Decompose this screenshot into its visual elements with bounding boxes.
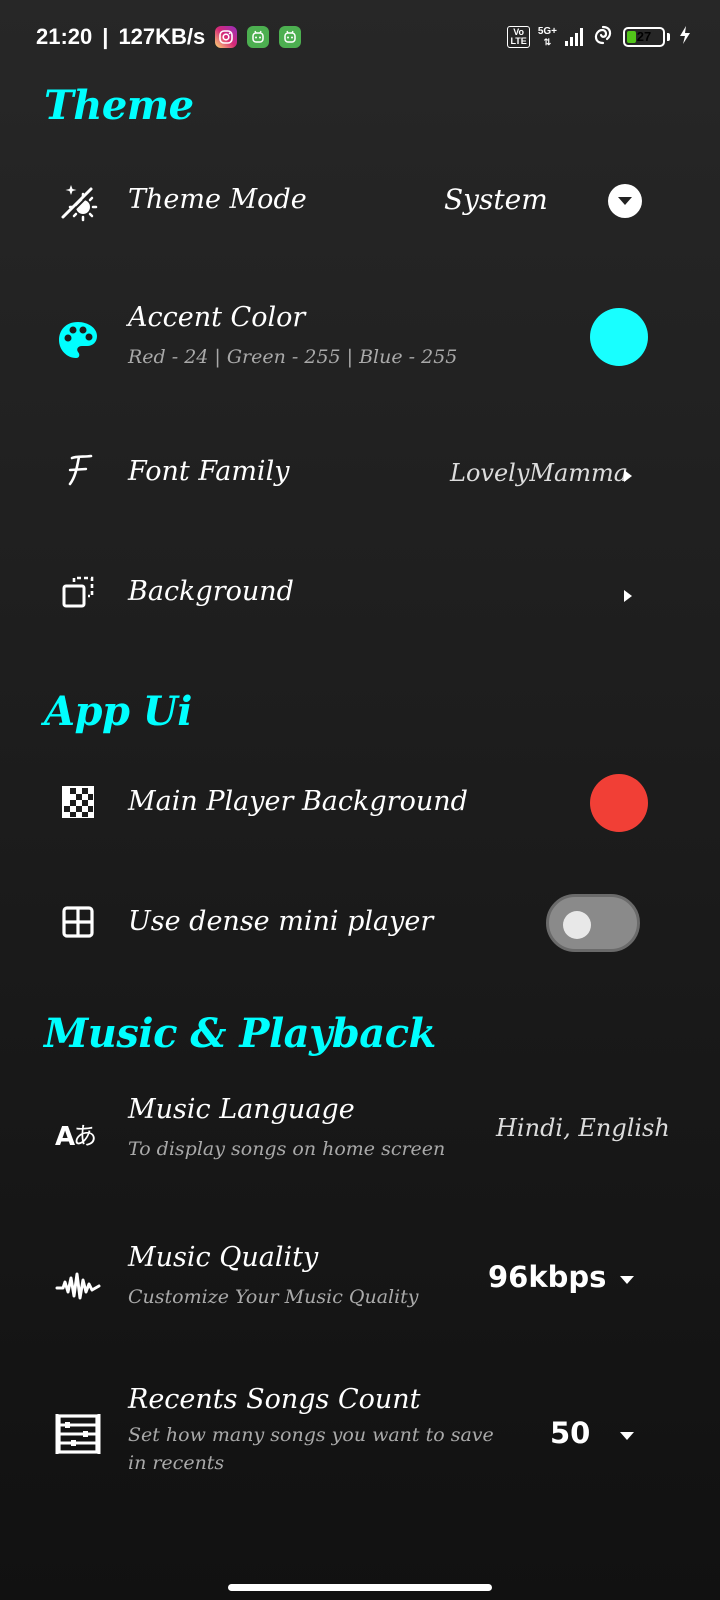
checkerboard-icon bbox=[54, 778, 102, 826]
chevron-right-icon[interactable] bbox=[624, 470, 632, 482]
dense-mini-player-toggle[interactable] bbox=[546, 894, 640, 952]
main-player-background-swatch[interactable] bbox=[590, 774, 648, 832]
charging-icon bbox=[678, 25, 692, 50]
accent-color-swatch[interactable] bbox=[590, 308, 648, 366]
background-icon bbox=[54, 568, 102, 616]
main-player-background-label: Main Player Background bbox=[128, 786, 468, 817]
accent-color-row[interactable]: Accent Color Red - 24 | Green - 255 | Bl… bbox=[0, 282, 720, 392]
dropdown-arrow-icon[interactable] bbox=[620, 1276, 634, 1284]
music-language-row[interactable]: A あ Music Language To display songs on h… bbox=[0, 1080, 720, 1200]
home-indicator[interactable] bbox=[228, 1584, 492, 1591]
theme-mode-value[interactable]: System bbox=[444, 183, 548, 216]
theme-mode-row[interactable]: Theme Mode System bbox=[0, 160, 720, 250]
language-icon: A あ bbox=[54, 1110, 102, 1158]
instagram-icon bbox=[215, 26, 238, 48]
accent-color-subtitle: Red - 24 | Green - 255 | Blue - 255 bbox=[128, 346, 458, 368]
abacus-icon bbox=[54, 1410, 102, 1458]
music-quality-label: Music Quality bbox=[128, 1242, 319, 1273]
dense-mini-player-row[interactable]: Use dense mini player bbox=[0, 880, 720, 970]
font-family-value: LovelyMamma bbox=[450, 459, 629, 487]
dropdown-circle-icon[interactable] bbox=[606, 182, 644, 224]
music-quality-row[interactable]: Music Quality Customize Your Music Quali… bbox=[0, 1228, 720, 1348]
volte-icon: Vo LTE bbox=[507, 26, 530, 48]
recents-count-subtitle-line2: in recents bbox=[128, 1452, 225, 1474]
music-language-subtitle: To display songs on home screen bbox=[128, 1138, 446, 1160]
status-bar: 21:20 | 127KB/s Vo LTE 5G+ ⇅ 27 bbox=[0, 0, 720, 72]
section-title-music-playback: Music & Playback bbox=[44, 1010, 436, 1057]
font-family-label: Font Family bbox=[128, 456, 290, 487]
font-icon bbox=[54, 446, 102, 494]
background-label: Background bbox=[128, 576, 294, 607]
data-arrows-icon: ⇅ bbox=[543, 37, 552, 47]
toggle-knob bbox=[563, 911, 591, 939]
recents-count-value[interactable]: 50 bbox=[550, 1416, 590, 1450]
font-family-row[interactable]: Font Family LovelyMamma bbox=[0, 430, 720, 520]
svg-text:あ: あ bbox=[73, 1122, 97, 1150]
music-quality-subtitle: Customize Your Music Quality bbox=[128, 1286, 419, 1308]
section-title-theme: Theme bbox=[44, 82, 194, 129]
dense-mini-player-label: Use dense mini player bbox=[128, 906, 434, 937]
recents-count-row[interactable]: Recents Songs Count Set how many songs y… bbox=[0, 1370, 720, 1500]
hotspot-icon bbox=[591, 24, 615, 51]
battery-level: 27 bbox=[636, 29, 652, 44]
battery-icon: 27 bbox=[623, 27, 665, 47]
app-notification-icon bbox=[279, 26, 302, 48]
chevron-right-icon[interactable] bbox=[624, 590, 632, 602]
recents-count-subtitle-line1: Set how many songs you want to save bbox=[128, 1424, 494, 1446]
music-language-value: Hindi, English bbox=[496, 1114, 670, 1142]
theme-mode-label: Theme Mode bbox=[128, 184, 307, 215]
signal-icon bbox=[565, 28, 583, 46]
status-network-speed: 127KB/s bbox=[118, 24, 206, 49]
status-separator: | bbox=[102, 24, 109, 49]
palette-icon bbox=[54, 316, 102, 364]
app-notification-icon bbox=[247, 26, 270, 48]
main-player-background-row[interactable]: Main Player Background bbox=[0, 760, 720, 850]
music-quality-value[interactable]: 96kbps bbox=[488, 1260, 606, 1294]
waveform-icon bbox=[54, 1262, 102, 1310]
theme-mode-icon bbox=[54, 178, 102, 226]
status-right: Vo LTE 5G+ ⇅ 27 bbox=[507, 22, 692, 52]
music-language-label: Music Language bbox=[128, 1094, 355, 1125]
section-title-app-ui: App Ui bbox=[44, 688, 192, 735]
status-left: 21:20 | 127KB/s bbox=[36, 22, 302, 52]
network-label: 5G+ bbox=[537, 26, 557, 37]
recents-count-label: Recents Songs Count bbox=[128, 1384, 421, 1415]
background-row[interactable]: Background bbox=[0, 550, 720, 640]
dropdown-arrow-icon[interactable] bbox=[620, 1432, 634, 1440]
grid-icon bbox=[54, 898, 102, 946]
accent-color-label: Accent Color bbox=[128, 302, 306, 333]
battery-tip bbox=[667, 33, 670, 41]
status-time: 21:20 bbox=[36, 24, 93, 49]
network-type: 5G+ ⇅ bbox=[538, 26, 557, 48]
